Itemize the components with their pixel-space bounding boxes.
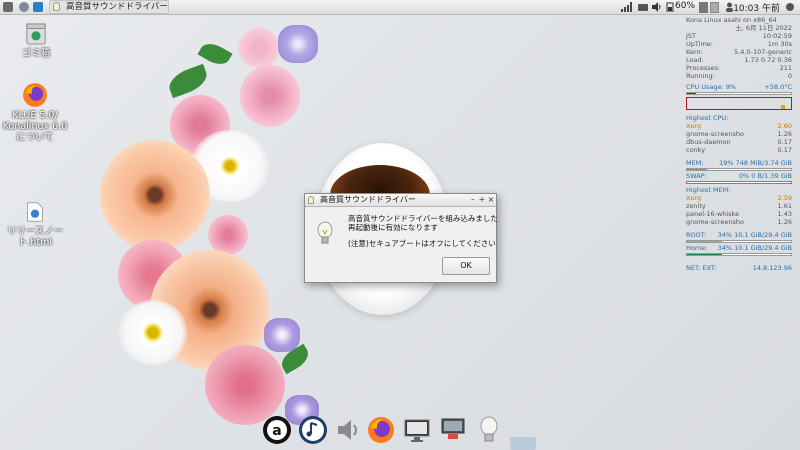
a-launcher-icon[interactable]: a (262, 415, 292, 445)
dialog-message-line3: (注意)セキュアブートはオフにしてください (348, 239, 496, 248)
flower (208, 215, 248, 255)
flower (264, 318, 300, 352)
taskbar-window-label: 高音質サウンドドライバー (66, 2, 168, 12)
root-usage: ROOT: 34% 10.1 GiB/29.4 GiB (686, 231, 792, 239)
top-panel: 高音質サウンドドライバー 60% 10:03 午前 (0, 0, 800, 15)
maximize-button[interactable]: + (478, 194, 486, 206)
power-icon[interactable] (785, 2, 795, 12)
files-icon[interactable] (19, 2, 29, 12)
bulb-icon (53, 2, 60, 11)
battery-percent: 60% (675, 1, 696, 11)
conky-monitor: Kona Linux asahi on x86_64 土, 6月 11日 202… (686, 16, 792, 272)
battery-icon[interactable] (666, 2, 674, 12)
desktop-icon-about[interactable]: KLUE 5.0/ Konalinux 6.0について (0, 82, 70, 143)
html-file-icon (27, 202, 43, 222)
process-row: gnome-screensho 1.26 (686, 218, 792, 226)
network-signal-icon[interactable] (621, 2, 633, 12)
bulb-icon[interactable] (474, 415, 504, 445)
cpu-bar (686, 92, 792, 95)
svg-text:a: a (272, 423, 281, 439)
process-row: zenity 1.61 (686, 202, 792, 210)
process-row: dbus-daemon 0.17 (686, 138, 792, 146)
highest-cpu-title: Highest CPU: (686, 114, 729, 122)
flower (100, 140, 210, 250)
close-button[interactable]: × (487, 194, 495, 206)
workspace-2[interactable] (710, 2, 719, 13)
trash-icon (26, 23, 46, 45)
process-row: gnome-screensho 1.26 (686, 130, 792, 138)
flower (118, 300, 188, 365)
home-usage: Home: 34% 10.1 GiB/29.4 GiB (686, 244, 792, 252)
volume-icon[interactable] (652, 2, 662, 12)
conky-line: Processes: 211 (686, 64, 792, 72)
desktop-icon-label: KLUE 5.0/ Konalinux 6.0について (2, 110, 68, 143)
bulb-icon (317, 221, 333, 244)
root-bar (686, 240, 792, 243)
mem-bar (686, 168, 792, 171)
swap-bar (686, 181, 792, 184)
process-row: Xorg 2.60 (686, 122, 792, 130)
home-bar (686, 253, 792, 256)
speaker-icon[interactable] (332, 415, 362, 445)
process-row: Xorg 2.59 (686, 194, 792, 202)
flower (205, 345, 285, 425)
swap-usage: SWAP: 0% 0 B/1.39 GiB (686, 172, 792, 180)
bulb-icon (308, 196, 314, 204)
cpu-usage: CPU Usage: 9% +58.0°C (686, 83, 792, 91)
music-player-icon[interactable] (298, 415, 328, 445)
dock-indicator (510, 437, 536, 450)
conky-line: 土, 6月 11日 2022 (735, 24, 792, 32)
conky-line: JST 10:02:59 (686, 32, 792, 40)
firefox-icon[interactable] (366, 415, 396, 445)
dialog-title: 高音質サウンドドライバー (320, 195, 416, 204)
conky-line: Running: 0 (686, 72, 792, 80)
conky-line: Load: 1.73 0.72 0.36 (686, 56, 792, 64)
conky-line: UpTime: 1m 30s (686, 40, 792, 48)
clock[interactable]: 10:03 午前 (733, 1, 780, 14)
flower (238, 28, 280, 68)
taskbar-window-button[interactable]: 高音質サウンドドライバー (49, 0, 169, 14)
process-row: panel-16-whiske 1.43 (686, 210, 792, 218)
minimize-button[interactable]: – (469, 194, 477, 206)
dialog-titlebar[interactable]: 高音質サウンドドライバー – + × (305, 194, 496, 207)
network-tool-icon[interactable] (438, 415, 468, 445)
monitor-icon[interactable] (402, 415, 432, 445)
info-dialog: 高音質サウンドドライバー – + × 高音質サウンドドライバーを組み込みました … (304, 193, 498, 283)
app-menu-icon[interactable] (3, 2, 13, 12)
conky-header: Kona Linux asahi on x86_64 (686, 16, 777, 24)
workspace-1[interactable] (699, 2, 708, 13)
dialog-message-line2: 再起動後に有効になります (348, 223, 438, 232)
desktop-icon-label: ゴミ箱 (21, 48, 51, 59)
desktop-icon-label: リリースノート.html (6, 226, 64, 248)
desktop-icon-trash[interactable]: ゴミ箱 (1, 22, 71, 59)
desktop-icon-release-notes[interactable]: リリースノート.html (0, 200, 70, 248)
flower (278, 25, 318, 63)
terminal-icon[interactable] (33, 2, 43, 12)
leaf (165, 63, 211, 99)
flower (240, 65, 300, 127)
process-row: conky 0.17 (686, 146, 792, 154)
conky-line: Kern: 5.4.0-107-generic (686, 48, 792, 56)
cpu-graph (686, 97, 792, 110)
firefox-icon (23, 83, 47, 107)
ok-button[interactable]: OK (442, 257, 490, 275)
dialog-body: 高音質サウンドドライバーを組み込みました 再起動後に有効になります (注意)セキ… (305, 207, 498, 282)
keyboard-icon[interactable] (638, 2, 648, 12)
net-ext: NET: EXT: 14.8.123.96 (686, 264, 792, 272)
mem-usage: MEM: 19% 748 MiB/3.74 GiB (686, 159, 792, 167)
highest-mem-title: Highest MEM: (686, 186, 731, 194)
